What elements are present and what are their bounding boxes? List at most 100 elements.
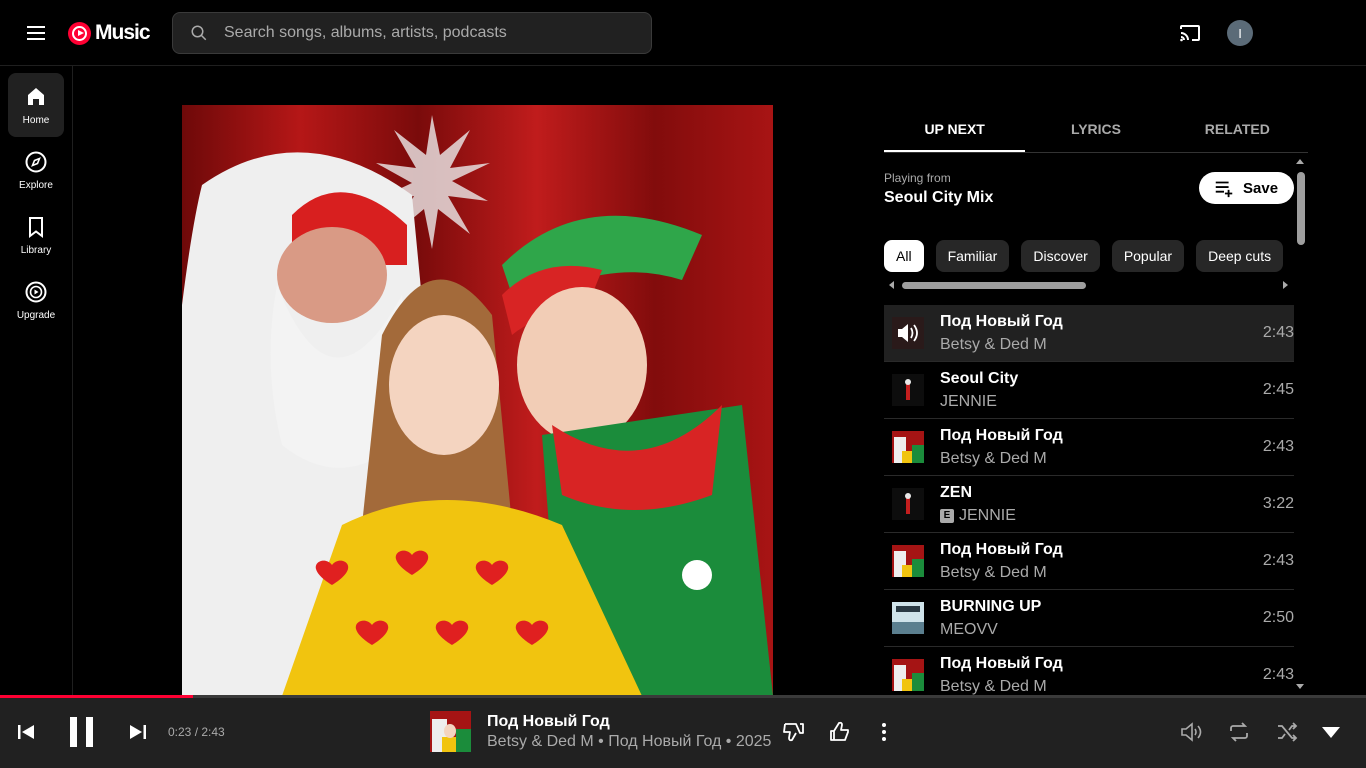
play-circle-icon — [25, 281, 47, 302]
queue-item[interactable]: Seoul City JENNIE 2:45 — [884, 362, 1294, 419]
sidebar-item-label: Upgrade — [16, 309, 56, 321]
queue-item-thumbnail — [892, 545, 924, 577]
queue-item-thumbnail — [892, 659, 924, 691]
shuffle-icon[interactable] — [1275, 720, 1299, 744]
queue-item-artist-name[interactable]: JENNIE — [940, 393, 997, 411]
sidebar-item-home[interactable]: Home — [8, 73, 64, 137]
top-bar: Music I — [0, 0, 1366, 66]
sidebar-item-label: Home — [22, 114, 50, 126]
chip-all[interactable]: All — [884, 240, 924, 272]
pause-icon[interactable] — [64, 714, 100, 750]
queue-item-title: ZEN — [940, 484, 972, 501]
queue-item-title: Seoul City — [940, 370, 1019, 387]
vertical-scrollbar-thumb[interactable] — [1297, 172, 1305, 245]
logo-play-icon — [68, 21, 91, 45]
tab-lyrics[interactable]: LYRICS — [1025, 105, 1166, 152]
queue-item-duration: 2:43 — [1262, 666, 1294, 683]
queue-item-artist-name[interactable]: Betsy & Ded M — [940, 564, 1047, 582]
now-playing-subtitle[interactable]: Betsy & Ded M • Под Новый Год • 2025 — [487, 733, 771, 751]
playlist-name[interactable]: Seoul City Mix — [884, 189, 993, 207]
panel-tabs: UP NEXT LYRICS RELATED — [884, 105, 1308, 153]
queue-item-artist: Betsy & Ded M — [940, 678, 1047, 696]
sidebar-item-label: Explore — [19, 179, 53, 191]
queue-item-duration: 3:22 — [1262, 495, 1294, 512]
cast-icon[interactable] — [1178, 21, 1202, 50]
queue-item-artist-name[interactable]: Betsy & Ded M — [940, 336, 1047, 354]
now-playing-title[interactable]: Под Новый Год — [487, 713, 610, 731]
scroll-down-arrow-icon[interactable] — [1296, 684, 1304, 689]
queue-item-artist: MEOVV — [940, 621, 998, 639]
explicit-icon: E — [940, 509, 954, 523]
queue-item[interactable]: ZEN E JENNIE 3:22 — [884, 476, 1294, 533]
expand-player-icon[interactable] — [1319, 720, 1343, 744]
queue-item-artist: Betsy & Ded M — [940, 564, 1047, 582]
repeat-icon[interactable] — [1227, 720, 1251, 744]
search-input[interactable] — [224, 24, 624, 42]
queue-item-title: Под Новый Год — [940, 655, 1063, 672]
queue-item-artist: JENNIE — [940, 393, 997, 411]
save-button[interactable]: Save — [1199, 172, 1294, 204]
queue-item[interactable]: Под Новый Год Betsy & Ded M 2:43 — [884, 647, 1294, 696]
more-options-icon[interactable] — [872, 720, 896, 744]
queue-item-title: Под Новый Год — [940, 313, 1063, 330]
queue-item-artist-name[interactable]: JENNIE — [959, 507, 1016, 525]
queue-item-duration: 2:50 — [1262, 609, 1294, 626]
tab-related[interactable]: RELATED — [1167, 105, 1308, 152]
scroll-up-arrow-icon[interactable] — [1296, 159, 1304, 164]
album-art — [182, 105, 773, 696]
volume-icon[interactable] — [1179, 720, 1203, 744]
save-button-label: Save — [1243, 179, 1279, 197]
scroll-right-arrow-icon[interactable] — [1283, 281, 1288, 289]
sidebar-item-upgrade[interactable]: Upgrade — [8, 268, 64, 332]
queue-item-title: BURNING UP — [940, 598, 1042, 615]
player-bar: 0:23 / 2:43 Под Новый Год Betsy & Ded M … — [0, 698, 1366, 768]
queue-item-artist: Betsy & Ded M — [940, 336, 1047, 354]
avatar[interactable]: I — [1227, 20, 1253, 46]
sidebar-item-label: Library — [20, 244, 52, 256]
queue-item-thumbnail — [892, 431, 924, 463]
filter-chips: All Familiar Discover Popular Deep cuts — [884, 240, 1284, 272]
queue-item-thumbnail — [892, 374, 924, 406]
playing-from: Playing from Seoul City Mix — [884, 171, 993, 207]
like-icon[interactable] — [828, 720, 852, 744]
home-icon — [28, 87, 44, 105]
compass-icon — [25, 151, 47, 172]
chip-familiar[interactable]: Familiar — [935, 240, 1010, 272]
bookmark-icon — [29, 216, 43, 238]
queue-list: Под Новый Год Betsy & Ded M 2:43 Seoul C… — [884, 305, 1294, 696]
queue-item-thumbnail — [892, 317, 924, 349]
queue-item[interactable]: Под Новый Год Betsy & Ded M 2:43 — [884, 419, 1294, 476]
queue-item-thumbnail — [892, 488, 924, 520]
chip-deep-cuts[interactable]: Deep cuts — [1196, 240, 1284, 272]
queue-item-thumbnail — [892, 602, 924, 634]
chip-popular[interactable]: Popular — [1111, 240, 1185, 272]
scroll-left-arrow-icon[interactable] — [889, 281, 894, 289]
queue-item-duration: 2:43 — [1262, 438, 1294, 455]
queue-item-artist-name[interactable]: MEOVV — [940, 621, 998, 639]
playing-from-label: Playing from — [884, 171, 951, 185]
menu-icon[interactable] — [24, 21, 48, 45]
queue-item-artist-name[interactable]: Betsy & Ded M — [940, 678, 1047, 696]
now-playing-thumbnail[interactable] — [430, 711, 471, 752]
queue-item-artist: E JENNIE — [940, 507, 1016, 525]
queue-item-duration: 2:45 — [1262, 381, 1294, 398]
chip-discover[interactable]: Discover — [1021, 240, 1100, 272]
queue-item-title: Под Новый Год — [940, 541, 1063, 558]
horizontal-scrollbar-thumb[interactable] — [902, 282, 1086, 289]
queue-item[interactable]: BURNING UP MEOVV 2:50 — [884, 590, 1294, 647]
queue-item-artist-name[interactable]: Betsy & Ded M — [940, 450, 1047, 468]
next-icon[interactable] — [126, 720, 150, 744]
tab-up-next[interactable]: UP NEXT — [884, 105, 1026, 152]
dislike-icon[interactable] — [782, 720, 806, 744]
previous-icon[interactable] — [14, 720, 38, 744]
sidebar-item-library[interactable]: Library — [8, 203, 64, 267]
queue-item-duration: 2:43 — [1262, 552, 1294, 569]
sidebar-item-explore[interactable]: Explore — [8, 138, 64, 202]
queue-item-title: Под Новый Год — [940, 427, 1063, 444]
logo-text: Music — [95, 21, 151, 44]
queue-item[interactable]: Под Новый Год Betsy & Ded M 2:43 — [884, 533, 1294, 590]
search-bar[interactable] — [172, 12, 652, 54]
youtube-music-logo[interactable]: Music — [68, 21, 151, 45]
playlist-add-icon — [1215, 181, 1233, 198]
queue-item[interactable]: Под Новый Год Betsy & Ded M 2:43 — [884, 305, 1294, 362]
